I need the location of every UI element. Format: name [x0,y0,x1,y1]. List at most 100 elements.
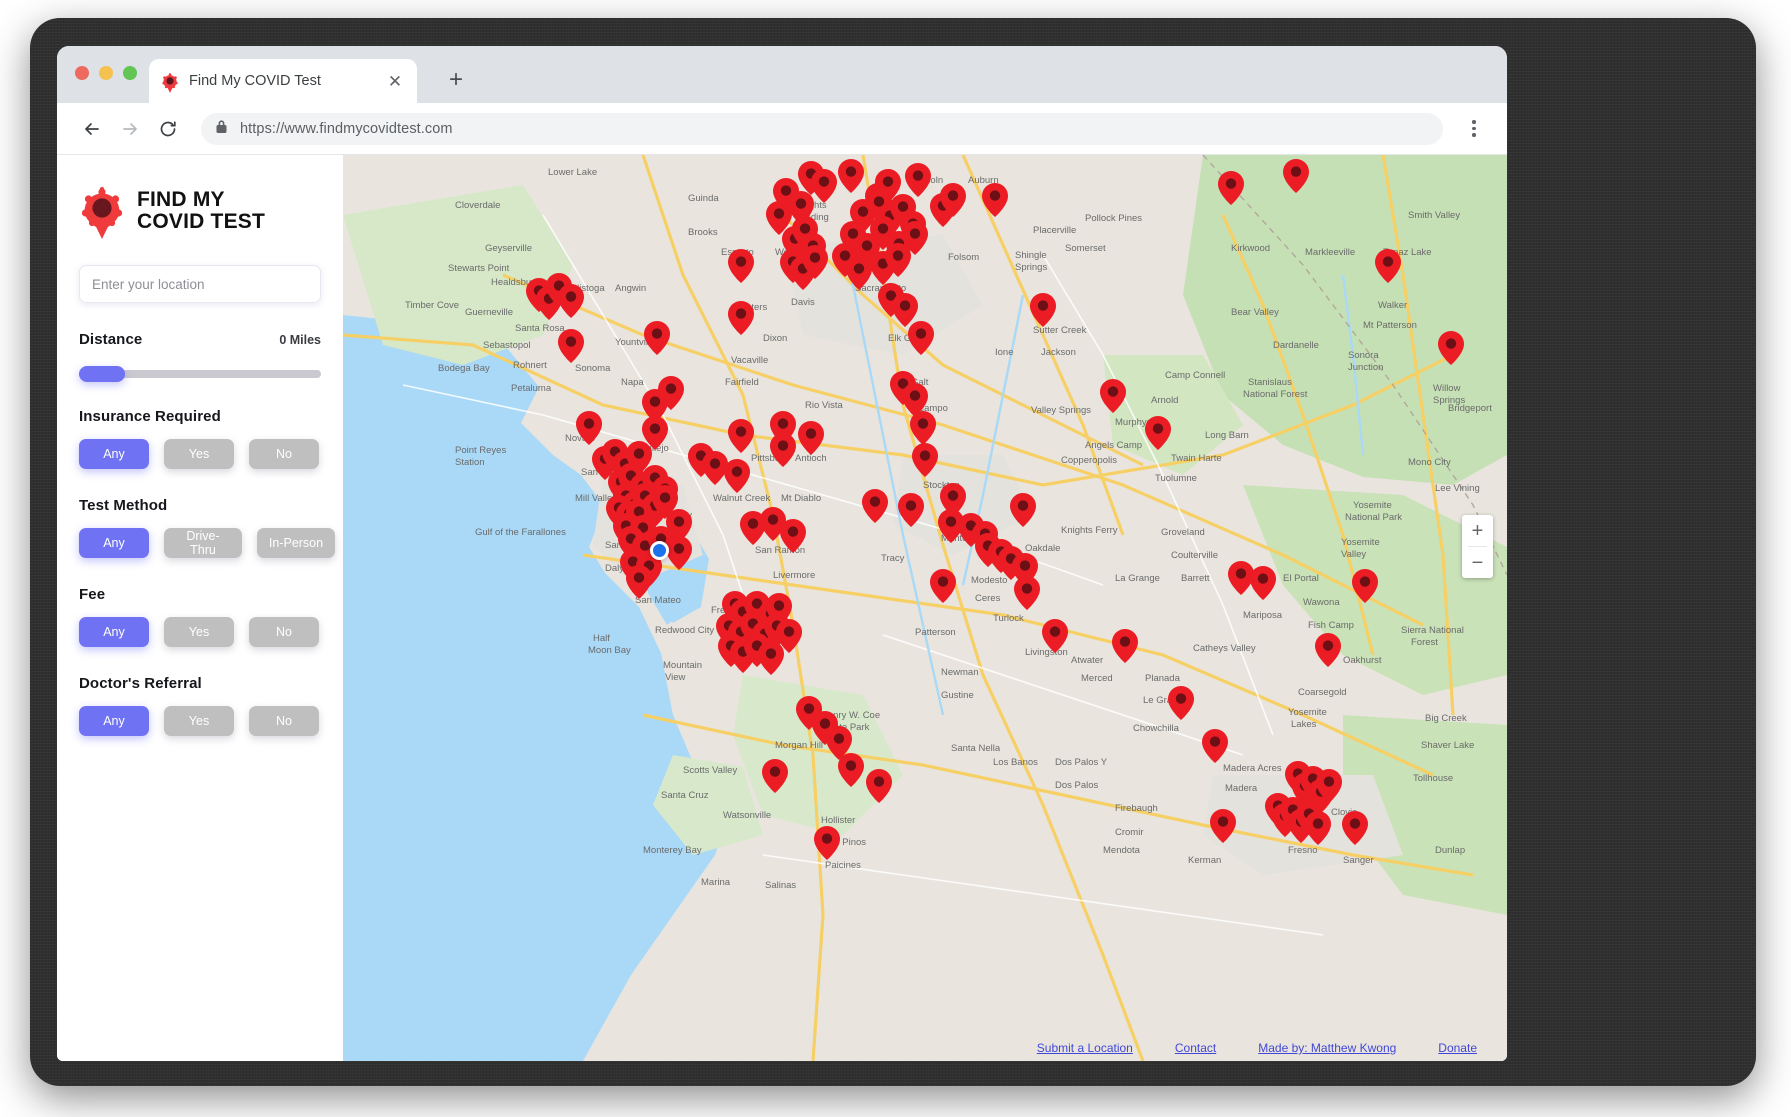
submit-location-link[interactable]: Submit a Location [1037,1041,1133,1055]
map-pin[interactable] [811,169,837,203]
map-pin[interactable] [1014,576,1040,610]
map-pin[interactable] [1010,493,1036,527]
map-view[interactable]: Lower LakeCloverdaleGuindaKnightsLanding… [343,155,1507,1061]
new-tab-button[interactable]: + [442,66,470,94]
map-pin[interactable] [666,536,692,570]
map-pin[interactable] [1283,159,1309,193]
fee-option-any[interactable]: Any [79,617,149,647]
map-pin[interactable] [1168,686,1194,720]
map-pin[interactable] [1250,566,1276,600]
map-pin[interactable] [1375,249,1401,283]
map-place-label: Placerville [1033,225,1077,236]
map-pin[interactable] [940,183,966,217]
doctors-referral-option-any[interactable]: Any [79,706,149,736]
map-place-label: Pollock Pines [1085,213,1143,224]
map-pin[interactable] [1042,619,1068,653]
map-pin[interactable] [1315,633,1341,667]
close-window-button[interactable] [75,66,89,80]
maximize-window-button[interactable] [123,66,137,80]
donate-link[interactable]: Donate [1438,1041,1477,1055]
back-button[interactable] [75,112,109,146]
map-place-label: Big Creek [1425,713,1467,724]
map-place-label: Angwin [615,283,647,294]
map-pin[interactable] [762,759,788,793]
distance-slider-thumb[interactable] [79,366,125,382]
zoom-in-button[interactable]: + [1462,515,1493,546]
map-place-label: Mariposa [1243,610,1283,621]
map-pin[interactable] [1145,416,1171,450]
map-pin[interactable] [780,519,806,553]
map-canvas[interactable] [343,155,1507,1061]
map-pin[interactable] [1112,629,1138,663]
map-pin[interactable] [1210,809,1236,843]
map-pin[interactable] [728,249,754,283]
browser-menu-icon[interactable] [1459,112,1489,146]
map-pin[interactable] [1305,811,1331,845]
map-pin[interactable] [930,569,956,603]
contact-link[interactable]: Contact [1175,1041,1216,1055]
map-place-label: Dardanelle [1273,340,1319,351]
insurance-option-yes[interactable]: Yes [164,439,234,469]
tab-close-icon[interactable]: ✕ [385,71,405,91]
fee-option-no[interactable]: No [249,617,319,647]
forward-button[interactable] [113,112,147,146]
reload-button[interactable] [151,112,185,146]
map-place-label: Hollister [821,815,856,826]
insurance-option-no[interactable]: No [249,439,319,469]
map-pin[interactable] [758,641,784,675]
map-pin[interactable] [898,493,924,527]
doctors-referral-option-no[interactable]: No [249,706,319,736]
map-pin[interactable] [862,489,888,523]
map-pin[interactable] [838,159,864,193]
location-search-input[interactable] [79,265,321,303]
map-pin[interactable] [866,769,892,803]
map-pin[interactable] [1030,293,1056,327]
map-pin[interactable] [558,329,584,363]
map-pin[interactable] [1438,331,1464,365]
map-pin[interactable] [770,433,796,467]
map-place-label: Cloverdale [455,200,501,211]
map-pin[interactable] [908,321,934,355]
made-by-link[interactable]: Made by: Matthew Kwong [1258,1041,1396,1055]
map-pin[interactable] [838,753,864,787]
map-pin[interactable] [644,321,670,355]
map-pin[interactable] [626,565,652,599]
map-pin[interactable] [802,245,828,279]
map-place-label: Salinas [765,880,797,891]
map-pin[interactable] [798,421,824,455]
map-pin[interactable] [724,459,750,493]
map-pin[interactable] [728,419,754,453]
insurance-option-any[interactable]: Any [79,439,149,469]
map-pin[interactable] [885,243,911,277]
distance-label: Distance [79,331,143,348]
map-pin[interactable] [910,411,936,445]
map-pin[interactable] [1202,729,1228,763]
test-method-option-in-person[interactable]: In-Person [257,528,335,558]
map-pin[interactable] [814,826,840,860]
map-pin[interactable] [1352,569,1378,603]
map-pin[interactable] [1342,811,1368,845]
address-bar[interactable]: https://www.findmycovidtest.com [201,112,1443,145]
map-pin[interactable] [1316,769,1342,803]
browser-tab[interactable]: Find My COVID Test ✕ [149,59,417,103]
map-pin[interactable] [912,443,938,477]
map-pin[interactable] [982,183,1008,217]
map-pin[interactable] [1218,171,1244,205]
test-method-option-drive-thru[interactable]: Drive-Thru [164,528,242,558]
distance-slider[interactable] [79,366,321,382]
map-pin[interactable] [1100,379,1126,413]
map-pin[interactable] [576,411,602,445]
map-pin[interactable] [846,256,872,290]
map-pin[interactable] [728,301,754,335]
map-pin[interactable] [558,284,584,318]
fee-option-yes[interactable]: Yes [164,617,234,647]
minimize-window-button[interactable] [99,66,113,80]
map-place-label: Vacaville [731,355,769,366]
map-place-label: Stewarts Point [448,263,510,274]
map-pin[interactable] [905,163,931,197]
zoom-out-button[interactable]: − [1462,547,1493,578]
map-place-label: Walnut Creek [713,493,771,504]
distance-value: 0 Miles [279,333,321,347]
test-method-option-any[interactable]: Any [79,528,149,558]
doctors-referral-option-yes[interactable]: Yes [164,706,234,736]
